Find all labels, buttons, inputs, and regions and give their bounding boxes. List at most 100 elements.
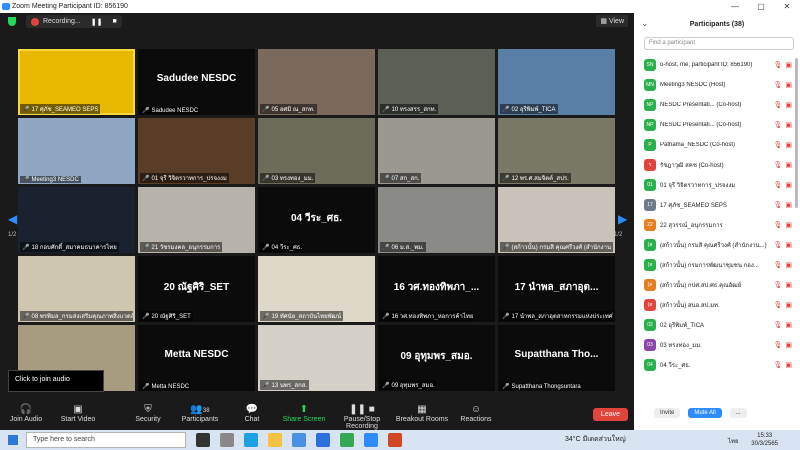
prev-page-arrow-icon[interactable]: ◀ [8, 212, 17, 226]
participant-row[interactable]: 22 22 สุวรรณ์_อนุกรรมการ 🎙 ▣ [644, 215, 792, 235]
close-button[interactable]: ✕ [774, 0, 800, 13]
participant-row[interactable]: (ส (สก้าวนั้น) กปศ.สป.ศธ.คุณอัฒย์ 🎙 ▣ [644, 275, 792, 295]
participant-status-icons: 🎙 ▣ [772, 321, 792, 329]
mic-muted-icon: 🎙 [773, 342, 783, 349]
zoom-app-icon[interactable] [364, 433, 378, 447]
record-button[interactable]: ❚❚ ■ Pause/Stop Recording [330, 400, 394, 430]
participant-row[interactable]: (ส (สก้าวนั้น) กรมการพัฒนาชุมชน กอง... 🎙 ▣ [644, 255, 792, 275]
participant-name: (สก้าวนั้น) กรมการพัฒนาชุมชน กอง... [660, 263, 759, 269]
video-tile[interactable]: 🎤 10 ทรงสรร_สกท. [378, 49, 495, 115]
leave-button[interactable]: Leave [592, 408, 628, 421]
tile-name-text: (สก้าวนั้น) กรมสิ คุณศรีวงศ์ (สำนักงาน ก… [511, 245, 613, 251]
participant-row[interactable]: (ส (สก้าวนั้น) สนอ.สป.มท. 🎙 ▣ [644, 295, 792, 315]
video-tile[interactable]: 🎤 (สก้าวนั้น) กรมสิ คุณศรีวงศ์ (สำนักงาน … [498, 187, 615, 253]
video-tile[interactable]: 🎤 Meeting3 NESDC [18, 118, 135, 184]
video-tile[interactable]: 09 อุทุมพร_สมอ. 🎤 09 อุทุมพร_สมอ. [378, 325, 495, 391]
widgets-icon[interactable] [220, 433, 234, 447]
maximize-button[interactable]: ▢ [748, 0, 774, 13]
video-tile[interactable]: 🎤 01 จุรี วิจิตรวาทการ_ปรจงงม [138, 118, 255, 184]
muted-mic-icon: 🎤 [502, 314, 510, 320]
participant-row[interactable]: 01 01 จุรี วิจิตรวาทการ_ปรจงงม 🎙 ▣ [644, 175, 792, 195]
minimize-button[interactable]: — [722, 0, 748, 13]
breakout-rooms-button[interactable]: ▦ Breakout Rooms [394, 400, 450, 423]
file-explorer-icon[interactable] [268, 433, 282, 447]
mic-muted-icon: 🎙 [773, 62, 783, 69]
mail-icon[interactable] [292, 433, 306, 447]
video-tile[interactable]: 🎤 17 ศุภัช_SEAMEO SEPS [18, 49, 135, 115]
video-tile[interactable]: 🎤 02 อุรีพิมพ์_TICA [498, 49, 615, 115]
muted-mic-icon: 🎤 [382, 176, 390, 182]
video-tile[interactable]: Supatthana Tho... 🎤 Supatthana Thongsuntar… [498, 325, 615, 391]
participant-row[interactable]: P Pathama_NESDC (Co-host) 🎙 ▣ [644, 135, 792, 155]
muted-mic-icon: 🎤 [502, 176, 510, 182]
page-indicator-left: 1/2 [8, 232, 17, 238]
video-tile[interactable]: 🎤 05 อศมิ ณ_สกท. [258, 49, 375, 115]
chevron-down-icon[interactable]: ⌄ [641, 18, 649, 29]
muted-mic-icon: 🎤 [382, 107, 390, 113]
join-audio-tooltip: Click to join audio [8, 370, 104, 392]
video-tile[interactable]: 🎤 07 สก_สก. [378, 118, 495, 184]
participant-name: (สก้าวนั้น) กปศ.สป.ศธ.คุณอัฒย์ [660, 283, 742, 289]
record-label: Pause/Stop Recording [343, 416, 381, 430]
video-tile[interactable]: 🎤 06 ม.ส._พม. [378, 187, 495, 253]
mic-muted-icon: 🎙 [773, 122, 783, 129]
video-tile[interactable]: Sadudee NESDC 🎤 Sadudee NESDC [138, 49, 255, 115]
video-tile[interactable]: 🎤 13 นพร_สกส. [258, 325, 375, 391]
participant-row[interactable]: 02 02 อุรีพิมพ์_TICA 🎙 ▣ [644, 315, 792, 335]
video-tile[interactable]: 17 นำพล_สภาอุต... 🎤 17 นำพล_สภาอุตสาหกรรมแ… [498, 256, 615, 322]
reactions-button[interactable]: ☺ Reactions [450, 400, 502, 423]
participant-row[interactable]: 03 03 ทรงทอง_มม. 🎙 ▣ [644, 335, 792, 355]
powerpoint-icon[interactable] [388, 433, 402, 447]
language-indicator[interactable]: ไทย [728, 436, 739, 446]
tile-name-label: 🎤 06 ม.ส._พม. [380, 242, 426, 252]
join-audio-button[interactable]: 🎧 Join Audio [0, 400, 52, 423]
edge-icon[interactable] [244, 433, 258, 447]
video-tile[interactable]: 🎤 12 พร.ศ.สมจิตต์_สปร. [498, 118, 615, 184]
video-tile[interactable]: 16 วศ.ทองทิพภา_... 🎤 16 วศ.ทองทิพภา_หอการค… [378, 256, 495, 322]
taskbar-search-input[interactable]: Type here to search [26, 432, 186, 448]
participants-button[interactable]: 👥38 Participants [174, 400, 226, 423]
more-button[interactable]: ... [729, 408, 747, 418]
participant-row[interactable]: NP NESDC Presentati... (Co-host) 🎙 ▣ [644, 95, 792, 115]
mute-all-button[interactable]: Mute All [688, 408, 722, 418]
security-button[interactable]: ⛨ Security [122, 400, 174, 423]
security-shield-icon[interactable] [8, 17, 16, 26]
participant-row[interactable]: (ส (สก้าวนั้น) กรมสิ คุณศรีวงศ์ (สำนักงาน… [644, 235, 792, 255]
participant-search-input[interactable]: Find a participant [644, 37, 794, 50]
windows-start-icon[interactable] [8, 435, 18, 445]
chrome-icon[interactable] [340, 433, 354, 447]
video-off-icon: ▣ [785, 142, 792, 149]
avatar: 02 [644, 319, 656, 331]
video-tile[interactable]: 🎤 18 กอบศักดิ์_สมาคมธนาคารไทย [18, 187, 135, 253]
store-icon[interactable] [316, 433, 330, 447]
video-tile[interactable]: 🎤 03 ทรงทอง_มม. [258, 118, 375, 184]
tile-name-text: 17 นำพล_สภาอุตสาหกรรมแห่งประเทศไทย [511, 314, 613, 320]
stop-recording-icon[interactable]: ■ [112, 18, 116, 25]
windows-taskbar: Type here to search 34°C มีเดดส่วนใหญ่ ไ… [0, 430, 800, 450]
task-view-icon[interactable] [196, 433, 210, 447]
view-button[interactable]: ▦ View [596, 15, 628, 27]
start-video-button[interactable]: ▣ Start Video [52, 400, 104, 423]
video-tile[interactable]: 20 ณัฐศิริ_SET 🎤 20 ณัฐศิริ_SET [138, 256, 255, 322]
video-tile[interactable]: 🎤 19 ทัศนัย_สถาบันไทยพัฒน์ [258, 256, 375, 322]
participant-row[interactable]: ร รัชฎาวุฒิ สคช (Co-host) 🎙 ▣ [644, 155, 792, 175]
weather-widget[interactable]: 34°C มีเดดส่วนใหญ่ [565, 434, 626, 445]
video-tile[interactable]: 04 วีระ_ศธ. 🎤 04 วีระ_ศธ. [258, 187, 375, 253]
participant-row[interactable]: 17 17 ศุภัช_SEAMEO SEPS 🎙 ▣ [644, 195, 792, 215]
muted-mic-icon: 🎤 [382, 314, 390, 320]
invite-button[interactable]: Invite [654, 408, 681, 418]
video-tile[interactable]: 🎤 21 วัชรมงคล_อนุกรรมการ [138, 187, 255, 253]
breakout-label: Breakout Rooms [395, 416, 449, 423]
pause-recording-icon[interactable]: ❚❚ [91, 18, 103, 26]
video-tile[interactable]: 🎤 08 พรพิมล_กรมส่งเสริมคุณภาพสิ่งแวดล้อม [18, 256, 135, 322]
system-clock[interactable]: 15:33 30/3/2565 [751, 432, 778, 448]
chat-button[interactable]: 💬 Chat [226, 400, 278, 423]
participant-row[interactable]: SN o-host, me, participant ID: 856190) 🎙 ▣ [644, 55, 792, 75]
next-page-arrow-icon[interactable]: ▶ [618, 212, 627, 226]
participant-row[interactable]: 04 04 วีระ_ศธ. 🎙 ▣ [644, 355, 792, 375]
video-tile[interactable]: Metta NESDC 🎤 Metta NESDC [138, 325, 255, 391]
participant-row[interactable]: NP NESDC Presentati... (Co-host) 🎙 ▣ [644, 115, 792, 135]
participant-row[interactable]: MN Meeting3 NESDC (Host) 🎙 ▣ [644, 75, 792, 95]
share-screen-button[interactable]: ⬆ Share Screen [278, 400, 330, 423]
panel-scrollbar[interactable] [795, 58, 798, 208]
